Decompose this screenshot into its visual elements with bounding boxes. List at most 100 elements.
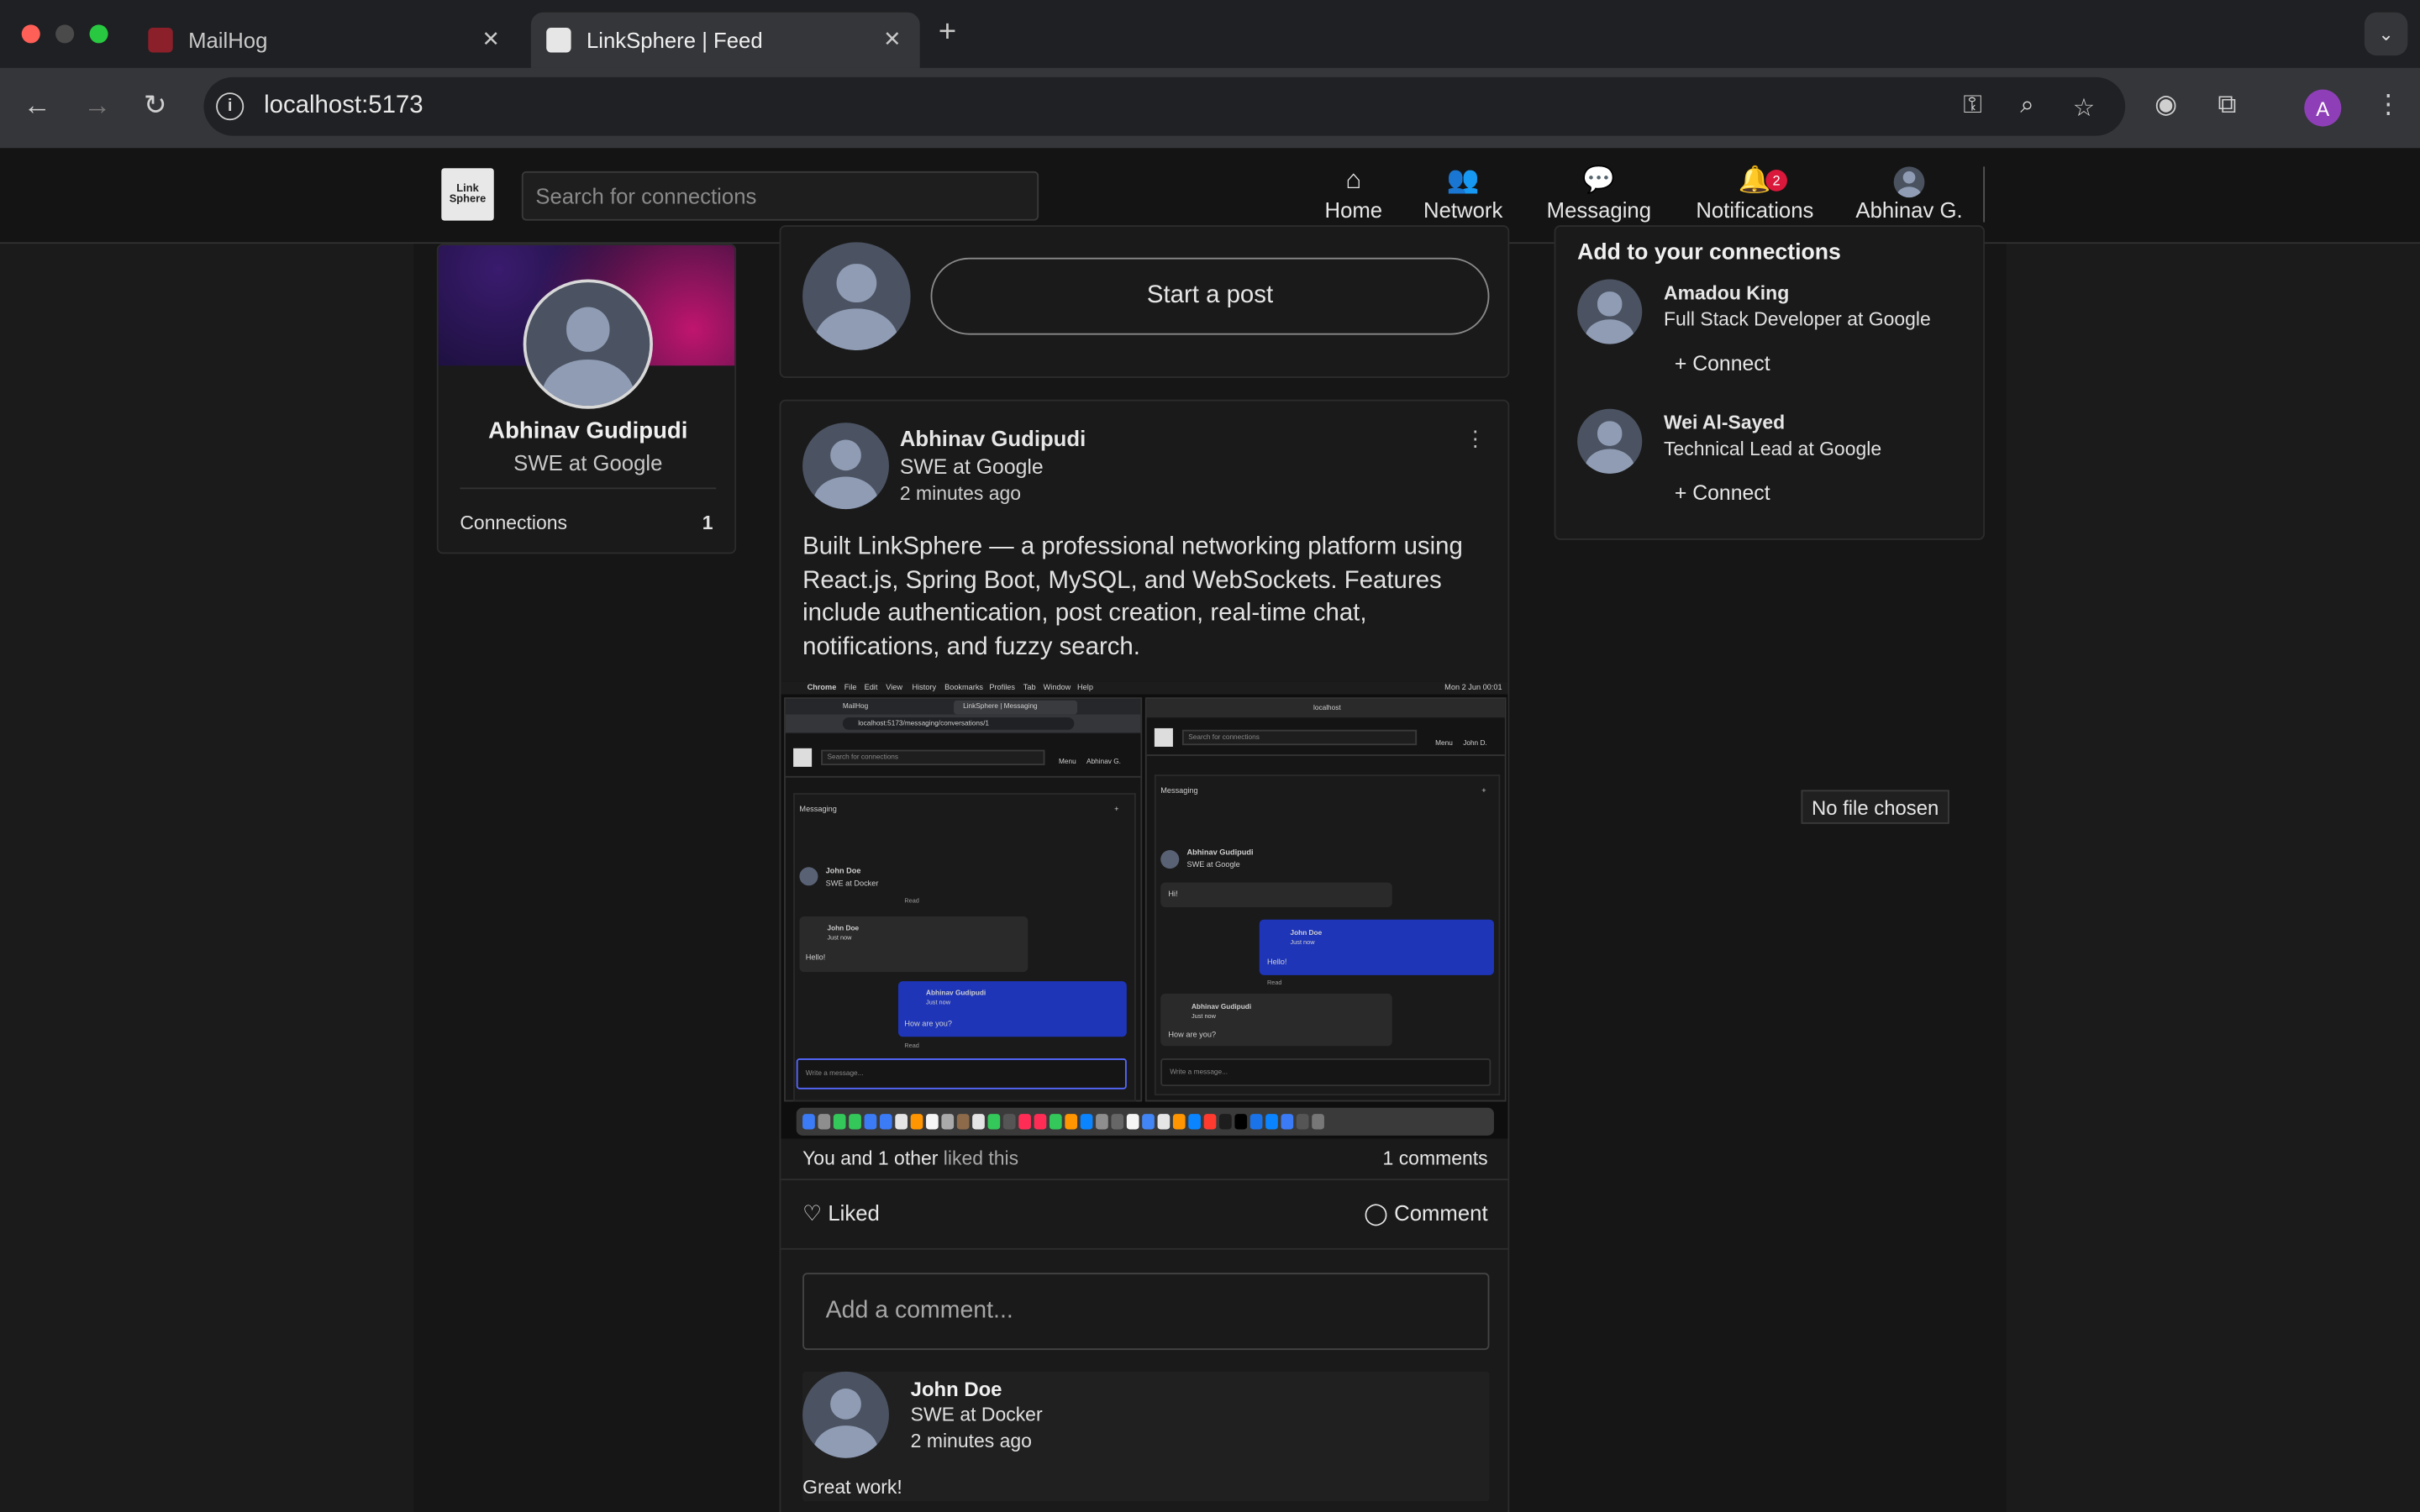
image-right-msg1 [1259, 919, 1494, 975]
image-msg-author: John Doe [1290, 928, 1323, 937]
file-chooser-status[interactable]: No file chosen [1801, 790, 1949, 824]
suggestion-headline: Technical Lead at Google [1664, 438, 1882, 460]
nav-profile[interactable]: Abhinav G. [1854, 164, 1965, 222]
image-left-logo [793, 748, 813, 767]
browser-menu-icon[interactable]: ⋮ [2375, 90, 2402, 121]
post-text: Built LinkSphere — a professional networ… [802, 533, 1463, 660]
address-bar[interactable]: i localhost:5173 ⚿ ⌕ ☆ [203, 76, 2126, 136]
profile-name[interactable]: Abhinav Gudipudi [439, 418, 735, 444]
extensions-puzzle-icon[interactable]: ⧉ [2217, 90, 2236, 121]
likes-suffix: liked this [943, 1147, 1019, 1170]
close-window-button[interactable] [21, 24, 40, 44]
browser-profile-avatar[interactable]: A [2304, 89, 2342, 127]
post-timestamp: 2 minutes ago [899, 482, 1022, 505]
new-tab-icon[interactable]: + [939, 15, 956, 50]
suggestion-name[interactable]: Amadou King [1664, 282, 1789, 304]
image-menu-item: Window [1043, 683, 1071, 693]
start-post-button[interactable]: Start a post [930, 257, 1490, 335]
connections-count[interactable]: 1 [702, 512, 713, 534]
browser-tab-mailhog[interactable]: MailHog ✕ [133, 13, 518, 68]
image-plus-icon: + [1114, 805, 1119, 815]
image-nav-text: John D. [1463, 738, 1487, 747]
browser-tab-linksphere[interactable]: LinkSphere | Feed ✕ [530, 12, 920, 68]
post-image[interactable]: Chrome File Edit View History Bookmarks … [781, 681, 1508, 1139]
nav-notifications[interactable]: 🔔 2 Notifications [1691, 164, 1818, 223]
suggestions-card: Add to your connections Amadou King Full… [1554, 225, 1986, 540]
connect-button[interactable]: + Connect [1675, 352, 1770, 375]
image-menu-item: Tab [1023, 683, 1036, 693]
browser-tabstrip: MailHog ✕ LinkSphere | Feed ✕ + ⌄ [0, 0, 2420, 68]
home-icon: ⌂ [1345, 165, 1362, 195]
site-info-icon[interactable]: i [216, 92, 245, 121]
likes-summary[interactable]: You and 1 other liked this [802, 1148, 1018, 1170]
comment-label: Comment [1394, 1200, 1488, 1226]
search-input[interactable] [521, 171, 1039, 221]
image-menu-item: Edit [864, 683, 878, 693]
password-key-icon[interactable]: ⚿ [1963, 92, 1981, 120]
tab-search-chevron-icon[interactable]: ⌄ [2364, 12, 2408, 56]
close-tab-icon[interactable]: ✕ [482, 26, 501, 52]
zoom-window-button[interactable] [89, 24, 108, 44]
image-read-text: Read [1266, 978, 1282, 986]
suggestion-avatar[interactable] [1577, 279, 1643, 344]
image-contact-headline: SWE at Docker [825, 879, 879, 889]
heart-icon: ♡ [802, 1200, 823, 1226]
like-button[interactable]: ♡ Liked [802, 1200, 880, 1226]
bookmark-star-icon[interactable]: ☆ [2073, 92, 2095, 123]
post-divider [781, 1247, 1508, 1250]
image-right-logo [1154, 727, 1173, 747]
nav-home[interactable]: ⌂ Home [1321, 164, 1386, 223]
close-tab-icon[interactable]: ✕ [883, 26, 902, 52]
linksphere-favicon-icon [546, 28, 571, 53]
nav-label: Notifications [1696, 197, 1814, 223]
image-url-text: localhost:5173/messaging/conversations/1 [858, 718, 990, 727]
minimize-window-button[interactable] [55, 24, 75, 44]
nav-messaging[interactable]: 💬 Messaging [1540, 164, 1658, 223]
image-dock [796, 1107, 1494, 1136]
image-msg-text: Hi! [1168, 890, 1178, 900]
image-menu-item: Help [1077, 683, 1093, 693]
image-msg-author: Abhinav Gudipudi [1191, 1002, 1252, 1011]
connections-label[interactable]: Connections [460, 512, 567, 534]
suggestion-avatar[interactable] [1577, 408, 1643, 474]
comment-text: Great work! [802, 1476, 902, 1499]
post-author-headline: SWE at Google [899, 454, 1044, 479]
image-msg-time: Just now [827, 933, 852, 942]
post-options-icon[interactable]: ⋮ [1465, 426, 1486, 452]
linksphere-logo[interactable]: Link Sphere [441, 168, 494, 221]
image-input-placeholder: Write a message... [1170, 1068, 1228, 1076]
profile-avatar[interactable] [523, 279, 653, 409]
url-text: localhost:5173 [264, 92, 424, 119]
commenter-avatar[interactable] [802, 1371, 889, 1458]
post-author-avatar[interactable] [802, 423, 889, 510]
reload-icon[interactable]: ↻ [144, 90, 167, 123]
image-heading: Messaging [1160, 786, 1198, 796]
image-msg-text: Hello! [805, 953, 826, 963]
profile-headline: SWE at Google [513, 450, 663, 475]
image-msg-author: John Doe [827, 924, 860, 932]
tab-title: LinkSphere | Feed [586, 28, 763, 53]
forward-arrow-icon[interactable]: → [83, 90, 111, 123]
image-menu-item: History [912, 683, 937, 693]
nav-network[interactable]: 👥 Network [1420, 164, 1507, 223]
comments-count[interactable]: 1 comments [1383, 1148, 1488, 1170]
like-label: Liked [828, 1200, 880, 1226]
image-search-text: Search for connections [1188, 732, 1260, 741]
image-tab-text: LinkSphere | Messaging [963, 701, 1038, 710]
bell-icon: 🔔 [1738, 165, 1771, 195]
post-author-name[interactable]: Abhinav Gudipudi [900, 426, 1086, 450]
connect-button[interactable]: + Connect [1675, 481, 1770, 505]
comment-item: John Doe SWE at Docker 2 minutes ago Gre… [802, 1371, 1490, 1502]
extension-eyes-icon[interactable]: ◉ [2154, 90, 2177, 121]
commenter-name[interactable]: John Doe [911, 1378, 1002, 1401]
suggestion-name[interactable]: Wei Al-Sayed [1664, 412, 1785, 433]
image-contact-name: John Doe [825, 867, 861, 877]
comment-button[interactable]: ◯ Comment [1364, 1200, 1487, 1226]
image-msg-time: Just now [926, 998, 951, 1006]
mailhog-favicon-icon [148, 28, 173, 53]
post-card: Abhinav Gudipudi SWE at Google 2 minutes… [779, 399, 1510, 1512]
image-plus-icon: + [1481, 786, 1486, 796]
back-arrow-icon[interactable]: ← [24, 90, 51, 123]
comment-input[interactable]: Add a comment... [802, 1273, 1490, 1351]
zoom-icon[interactable]: ⌕ [2020, 92, 2033, 120]
